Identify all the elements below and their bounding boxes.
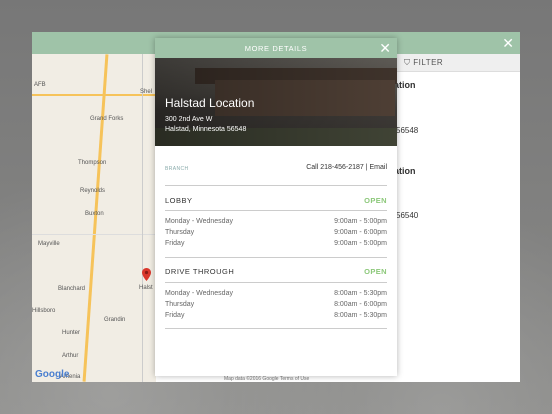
- map-pin-icon[interactable]: [142, 268, 151, 281]
- google-logo: Google: [35, 369, 70, 380]
- hours-days: Friday: [165, 312, 185, 319]
- map-label: Grandin: [104, 317, 126, 323]
- modal-header: MORE DETAILS ✕: [155, 38, 397, 58]
- divider: [165, 282, 387, 283]
- address-line2: Halstad, Minnesota 56548: [165, 126, 247, 133]
- list-item-zip: 56548: [396, 126, 419, 135]
- lobby-title: LOBBY: [165, 196, 193, 205]
- branch-label: BRANCH: [165, 166, 189, 172]
- hours-days: Thursday: [165, 301, 195, 308]
- hours-row: Friday 9:00am - 5:00pm: [165, 238, 387, 249]
- location-name: Halstad Location: [165, 96, 255, 110]
- hours-row: Friday 8:00am - 5:30pm: [165, 310, 387, 321]
- map-label: Grand Forks: [90, 116, 124, 122]
- filter-label: FILTER: [413, 58, 444, 67]
- hours-days: Friday: [165, 240, 185, 247]
- list-item-zip: 56540: [396, 211, 419, 220]
- contact-links[interactable]: Call 218-456-2187 | Email: [306, 164, 387, 171]
- filter-button[interactable]: ⛉ FILTER: [404, 58, 443, 68]
- hours-time: 8:00am - 5:30pm: [334, 290, 387, 297]
- road: [32, 234, 156, 235]
- divider: [165, 185, 387, 186]
- drive-through-title: DRIVE THROUGH: [165, 267, 235, 276]
- map-label: Hunter: [62, 330, 81, 336]
- drive-through-status-badge: OPEN: [364, 267, 387, 276]
- lobby-hours: Monday - Wednesday 9:00am - 5:00pm Thursd…: [165, 216, 387, 249]
- list-item-name[interactable]: ation: [394, 166, 416, 176]
- road: [142, 54, 143, 382]
- close-icon[interactable]: ✕: [379, 40, 391, 56]
- hours-time: 8:00am - 5:30pm: [334, 312, 387, 319]
- map-attribution[interactable]: Map data ©2016 Google Terms of Use: [224, 376, 309, 382]
- location-address: 300 2nd Ave W Halstad, Minnesota 56548: [165, 115, 246, 135]
- hours-time: 8:00am - 6:00pm: [334, 301, 387, 308]
- hours-days: Monday - Wednesday: [165, 290, 233, 297]
- hours-row: Monday - Wednesday 9:00am - 5:00pm: [165, 216, 387, 227]
- more-details-modal: MORE DETAILS ✕ Halstad Location 300 2nd …: [155, 38, 397, 376]
- map[interactable]: AFB Grand Forks Thompson Reynolds Buxton…: [32, 54, 156, 382]
- divider: [165, 257, 387, 258]
- modal-title: MORE DETAILS: [244, 44, 308, 53]
- lobby-status-badge: OPEN: [364, 196, 387, 205]
- hours-row: Thursday 9:00am - 6:00pm: [165, 227, 387, 238]
- highway: [82, 54, 109, 382]
- map-label: Hillsboro: [32, 308, 56, 314]
- hours-days: Thursday: [165, 229, 195, 236]
- close-icon[interactable]: ✕: [502, 35, 514, 51]
- address-line1: 300 2nd Ave W: [165, 116, 213, 123]
- list-item-name[interactable]: ation: [394, 80, 416, 90]
- map-label: Halst: [139, 285, 153, 291]
- hours-row: Monday - Wednesday 8:00am - 5:30pm: [165, 288, 387, 299]
- map-label: AFB: [34, 82, 46, 88]
- divider: [165, 210, 387, 211]
- map-label: Blanchard: [58, 286, 86, 292]
- map-label: Reynolds: [80, 188, 106, 194]
- map-label: Mayville: [38, 241, 60, 247]
- map-label: Thompson: [78, 160, 107, 166]
- map-label: Shel: [140, 89, 153, 95]
- hours-time: 9:00am - 6:00pm: [334, 229, 387, 236]
- highway: [32, 94, 156, 96]
- map-label: Arthur: [62, 353, 79, 359]
- map-label: Buxton: [85, 211, 104, 217]
- hours-row: Thursday 8:00am - 6:00pm: [165, 299, 387, 310]
- drive-through-hours: Monday - Wednesday 8:00am - 5:30pm Thursd…: [165, 288, 387, 321]
- location-photo: Halstad Location 300 2nd Ave W Halstad, …: [155, 58, 397, 146]
- branch-row: BRANCH Call 218-456-2187 | Email: [165, 163, 387, 175]
- hours-time: 9:00am - 5:00pm: [334, 240, 387, 247]
- hours-time: 9:00am - 5:00pm: [334, 218, 387, 225]
- divider: [165, 328, 387, 329]
- hours-days: Monday - Wednesday: [165, 218, 233, 225]
